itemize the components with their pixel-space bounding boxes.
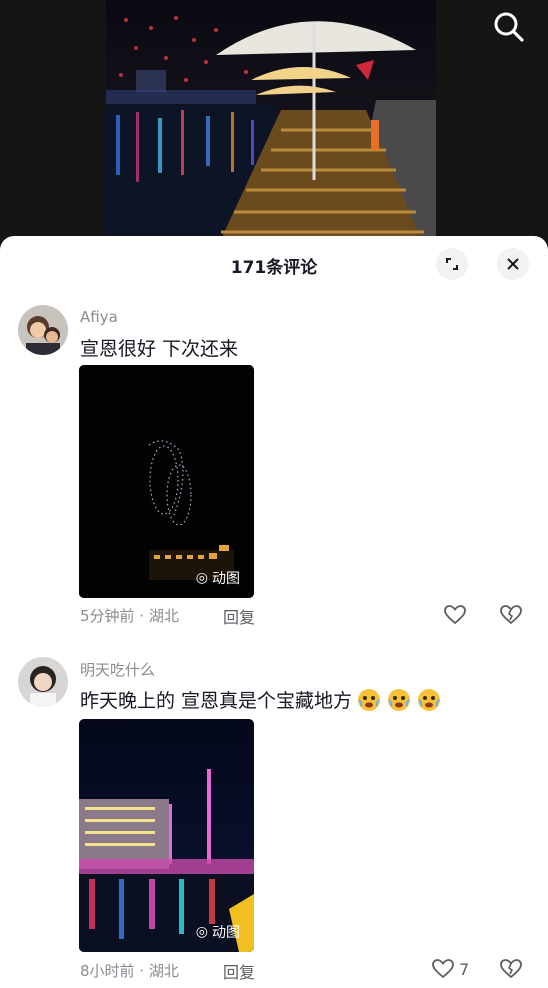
like-button[interactable]: 7 xyxy=(431,957,469,981)
like-count: 7 xyxy=(459,959,470,979)
dislike-button[interactable] xyxy=(499,957,523,981)
comment-meta: 5分钟前 · 湖北 xyxy=(80,607,179,625)
comment-text-content: 昨天晚上的 宣恩真是个宝藏地方 xyxy=(80,690,353,712)
search-button[interactable] xyxy=(492,10,526,44)
close-icon xyxy=(507,258,519,270)
gif-badge: ◎ 动图 xyxy=(196,922,240,942)
heart-icon xyxy=(444,605,466,625)
gif-icon: ◎ xyxy=(195,924,208,940)
gif-label: 动图 xyxy=(212,571,240,587)
comment-text: 昨天晚上的 宣恩真是个宝藏地方 xyxy=(80,686,442,713)
dislike-button[interactable] xyxy=(499,603,523,627)
like-button[interactable] xyxy=(443,603,471,627)
expand-icon xyxy=(446,258,458,270)
reply-button[interactable]: 回复 xyxy=(223,959,255,983)
comment-meta: 8小时前 · 湖北 xyxy=(80,962,179,980)
avatar[interactable] xyxy=(18,305,68,355)
search-icon xyxy=(494,12,524,42)
comment-image[interactable]: ◎ 动图 xyxy=(79,365,254,598)
comment-text: 宣恩很好 下次还来 xyxy=(80,338,239,360)
gif-icon: ◎ xyxy=(195,570,208,586)
comment-username[interactable]: 明天吃什么 xyxy=(80,659,155,680)
comment-sheet: 171条评论 Afiya 宣恩很好 下次还来 ◎ 动图 5分钟前 · 湖北 回复… xyxy=(0,236,548,988)
broken-heart-icon xyxy=(500,605,522,625)
laughing-tears-emoji xyxy=(358,689,381,711)
comment-sheet-header: 171条评论 xyxy=(0,236,548,292)
video-scene-illustration xyxy=(106,16,436,250)
reply-button[interactable]: 回复 xyxy=(223,604,255,628)
gif-badge: ◎ 动图 xyxy=(196,568,240,588)
close-button[interactable] xyxy=(497,248,529,280)
avatar[interactable] xyxy=(18,657,68,707)
laughing-tears-emoji xyxy=(418,689,441,711)
expand-button[interactable] xyxy=(436,248,468,280)
heart-icon xyxy=(432,959,454,979)
comment-username[interactable]: Afiya xyxy=(80,308,118,326)
comment-image[interactable]: ◎ 动图 xyxy=(79,719,254,952)
video-player[interactable] xyxy=(106,0,436,250)
broken-heart-icon xyxy=(500,959,522,979)
laughing-tears-emoji xyxy=(388,689,411,711)
gif-label: 动图 xyxy=(212,925,240,941)
